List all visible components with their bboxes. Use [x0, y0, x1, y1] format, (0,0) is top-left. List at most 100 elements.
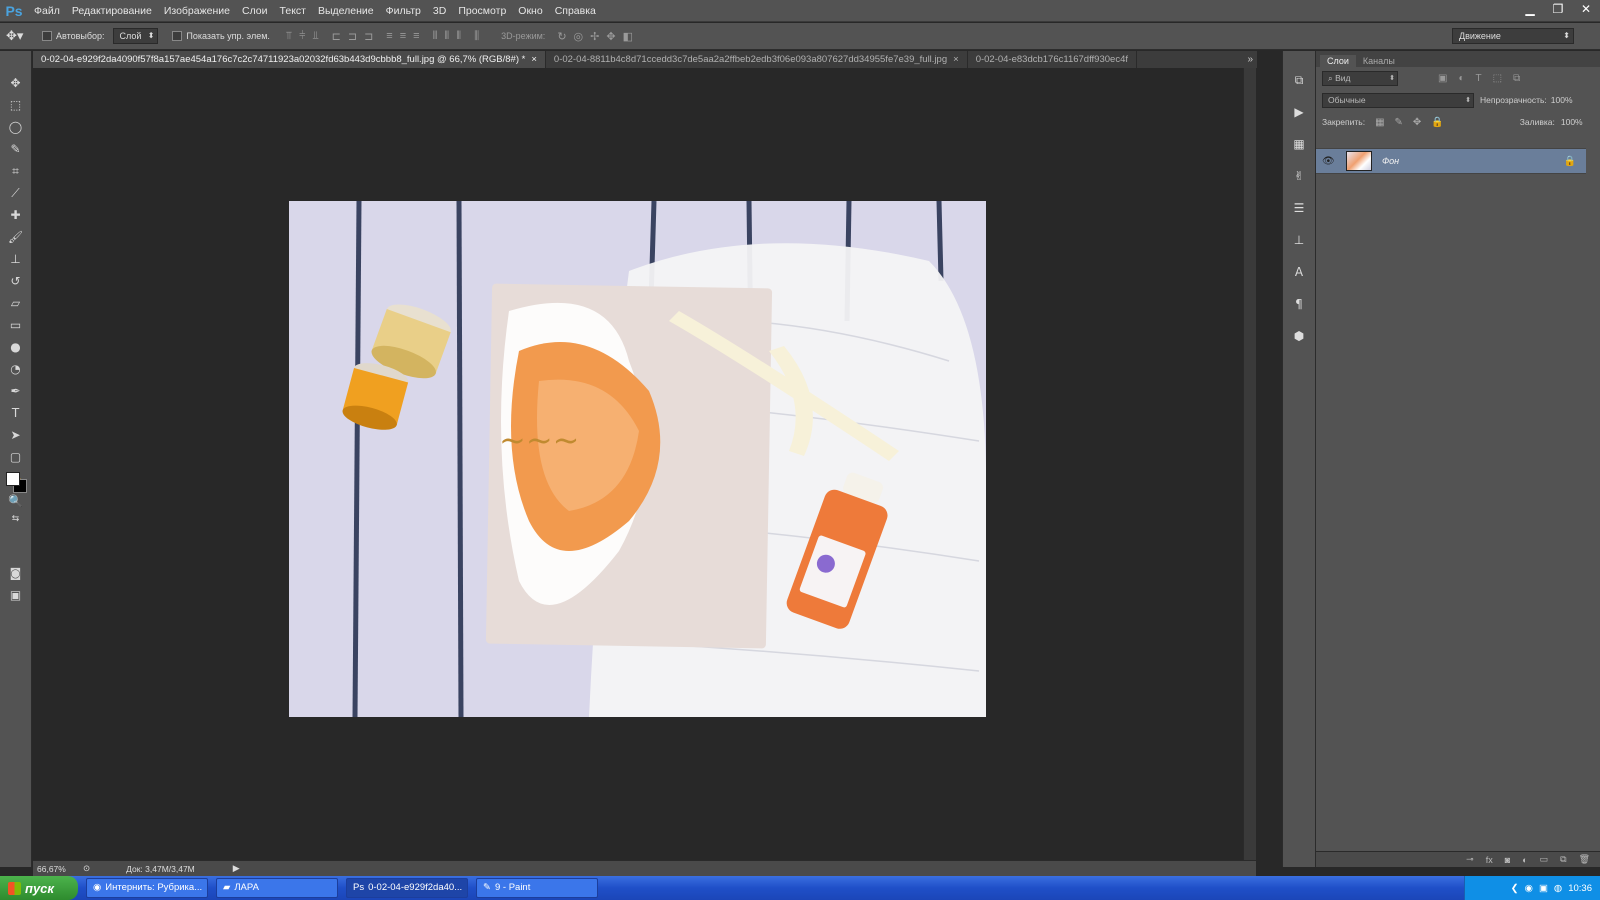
- menu-view[interactable]: Просмотр: [452, 0, 512, 22]
- tab-document-3[interactable]: 0-02-04-e83dcb176c1167dff930ec4f: [968, 51, 1137, 68]
- move-tool-preset-icon[interactable]: ✥▾: [6, 28, 34, 44]
- healing-brush-tool-icon[interactable]: ✚: [4, 205, 28, 225]
- history-panel-icon[interactable]: ⧉: [1288, 69, 1310, 91]
- layer-name[interactable]: Фон: [1382, 156, 1399, 166]
- dodge-tool-icon[interactable]: ◔: [4, 359, 28, 379]
- menu-file[interactable]: Файл: [28, 0, 66, 22]
- scale-3d-icon[interactable]: ◧: [623, 30, 633, 43]
- type-tool-icon[interactable]: T: [4, 403, 28, 423]
- layer-filter-dropdown[interactable]: ⌕ Вид: [1322, 70, 1398, 86]
- align-hcenter-icon[interactable]: ⊐: [348, 30, 357, 43]
- screen-mode-icon[interactable]: ▣: [4, 585, 28, 605]
- pan-3d-icon[interactable]: ✢: [590, 30, 599, 43]
- eyedropper-tool-icon[interactable]: ⟋: [4, 183, 28, 203]
- history-brush-tool-icon[interactable]: ↺: [4, 271, 28, 291]
- marquee-tool-icon[interactable]: ⬚: [4, 95, 28, 115]
- align-left-icon[interactable]: ⊏: [332, 30, 341, 43]
- path-select-tool-icon[interactable]: ➤: [4, 425, 28, 445]
- lock-position-icon[interactable]: ✥: [1413, 117, 1421, 128]
- new-group-icon[interactable]: ▭: [1540, 854, 1549, 865]
- delete-layer-icon[interactable]: 🗑: [1579, 854, 1590, 865]
- autoselect-checkbox[interactable]: Автовыбор:: [42, 31, 105, 41]
- slide-3d-icon[interactable]: ✥: [606, 30, 615, 43]
- blur-tool-icon[interactable]: ●: [4, 337, 28, 357]
- crop-tool-icon[interactable]: ⌗: [4, 161, 28, 181]
- align-right-icon[interactable]: ⊐: [364, 30, 373, 43]
- 3d-panel-icon[interactable]: ⬢: [1288, 325, 1310, 347]
- status-menu-arrow-icon[interactable]: ▶: [233, 863, 240, 874]
- fill-value[interactable]: 100%: [1561, 117, 1583, 127]
- menu-edit[interactable]: Редактирование: [66, 0, 158, 22]
- brushes-panel-icon[interactable]: ✌: [1288, 165, 1310, 187]
- zoom-tool-icon[interactable]: 🔍: [4, 491, 28, 511]
- quick-select-tool-icon[interactable]: ✎: [4, 139, 28, 159]
- brush-tool-icon[interactable]: 🖌: [4, 227, 28, 247]
- move-tool-icon[interactable]: ✥: [4, 73, 28, 93]
- gradient-tool-icon[interactable]: ▭: [4, 315, 28, 335]
- align-top-icon[interactable]: ⫪: [286, 30, 292, 43]
- close-tab-icon[interactable]: ×: [953, 54, 959, 65]
- eraser-tool-icon[interactable]: ▱: [4, 293, 28, 313]
- canvas-area[interactable]: ~~~: [33, 68, 1243, 860]
- adjustments-panel-icon[interactable]: ☰: [1288, 197, 1310, 219]
- tab-document-2[interactable]: 0-02-04-8811b4c8d71ccedd3c7de5aa2a2ffbeb…: [546, 51, 968, 68]
- tray-network-icon[interactable]: ▣: [1539, 883, 1548, 894]
- link-layers-icon[interactable]: ⊸: [1466, 854, 1474, 865]
- lock-pixels-icon[interactable]: ✎: [1395, 117, 1403, 128]
- lasso-tool-icon[interactable]: ◯: [4, 117, 28, 137]
- menu-layers[interactable]: Слои: [236, 0, 274, 22]
- distribute-left-icon[interactable]: ⦀: [433, 30, 438, 43]
- filter-pixel-icon[interactable]: ▣: [1438, 73, 1447, 84]
- add-mask-icon[interactable]: ◙: [1505, 855, 1510, 865]
- paragraph-panel-icon[interactable]: ¶: [1288, 293, 1310, 315]
- swap-colors-icon[interactable]: ⇆: [4, 513, 28, 525]
- auto-align-icon[interactable]: ⫼: [474, 30, 479, 43]
- adjustment-layer-icon[interactable]: ◐: [1522, 855, 1527, 865]
- tray-antivirus-icon[interactable]: ◉: [1525, 883, 1533, 894]
- lock-transparency-icon[interactable]: ▦: [1375, 117, 1384, 128]
- taskbar-item-paint[interactable]: ✎ 9 - Paint: [476, 878, 598, 898]
- menu-text[interactable]: Текст: [274, 0, 312, 22]
- close-tab-icon[interactable]: ×: [531, 54, 537, 65]
- autoselect-dropdown[interactable]: Слой: [112, 28, 159, 44]
- zoom-level[interactable]: 66,67%: [33, 864, 83, 874]
- actions-panel-icon[interactable]: ▶: [1288, 101, 1310, 123]
- document-image[interactable]: ~~~: [289, 201, 986, 717]
- layer-row-background[interactable]: 👁 Фон 🔒: [1316, 148, 1586, 174]
- restore-icon[interactable]: ❐: [1550, 2, 1566, 16]
- filter-adjustment-icon[interactable]: ◐: [1458, 73, 1464, 84]
- rotate-3d-icon[interactable]: ↻: [557, 30, 566, 43]
- tab-document-1[interactable]: 0-02-04-e929f2da4090f57f8a157ae454a176c7…: [33, 51, 546, 68]
- tab-layers[interactable]: Слои: [1320, 55, 1356, 67]
- distribute-right-icon[interactable]: ⦀: [456, 30, 461, 43]
- align-bottom-icon[interactable]: ⫫: [312, 30, 318, 43]
- tray-clock[interactable]: 10:36: [1568, 883, 1592, 894]
- menu-window[interactable]: Окно: [512, 0, 548, 22]
- menu-help[interactable]: Справка: [549, 0, 602, 22]
- close-icon[interactable]: ✕: [1578, 2, 1594, 16]
- taskbar-item-browser[interactable]: ◉ Интернить: Рубрика...: [86, 878, 208, 898]
- workspace-switcher[interactable]: Движение: [1452, 28, 1574, 44]
- clone-source-panel-icon[interactable]: ⊥: [1288, 229, 1310, 251]
- taskbar-item-photoshop[interactable]: Ps 0-02-04-e929f2da40...: [346, 878, 468, 898]
- start-button[interactable]: пуск: [0, 876, 78, 900]
- menu-filter[interactable]: Фильтр: [380, 0, 427, 22]
- status-info-icon[interactable]: ⊙: [83, 863, 90, 874]
- filter-smart-object-icon[interactable]: ⧉: [1513, 73, 1520, 84]
- distribute-bottom-icon[interactable]: ≡: [413, 30, 419, 43]
- new-layer-icon[interactable]: ⧉: [1560, 854, 1566, 865]
- distribute-top-icon[interactable]: ≡: [386, 30, 392, 43]
- layer-style-icon[interactable]: fx: [1486, 855, 1493, 865]
- foreground-color-swatch[interactable]: [6, 472, 20, 486]
- color-panel-icon[interactable]: ▦: [1288, 133, 1310, 155]
- blend-mode-dropdown[interactable]: Обычные: [1322, 92, 1474, 108]
- distribute-vcenter-icon[interactable]: ≡: [400, 30, 406, 43]
- distribute-hcenter-icon[interactable]: ⦀: [444, 30, 449, 43]
- tray-language-icon[interactable]: ❮: [1511, 883, 1519, 894]
- taskbar-item-folder[interactable]: ▰ ЛАРА: [216, 878, 338, 898]
- filter-type-icon[interactable]: T: [1476, 73, 1482, 84]
- quick-mask-icon[interactable]: ◙: [4, 563, 28, 583]
- shape-tool-icon[interactable]: ▢: [4, 447, 28, 467]
- character-panel-icon[interactable]: A: [1288, 261, 1310, 283]
- minimize-icon[interactable]: ▁: [1522, 2, 1538, 16]
